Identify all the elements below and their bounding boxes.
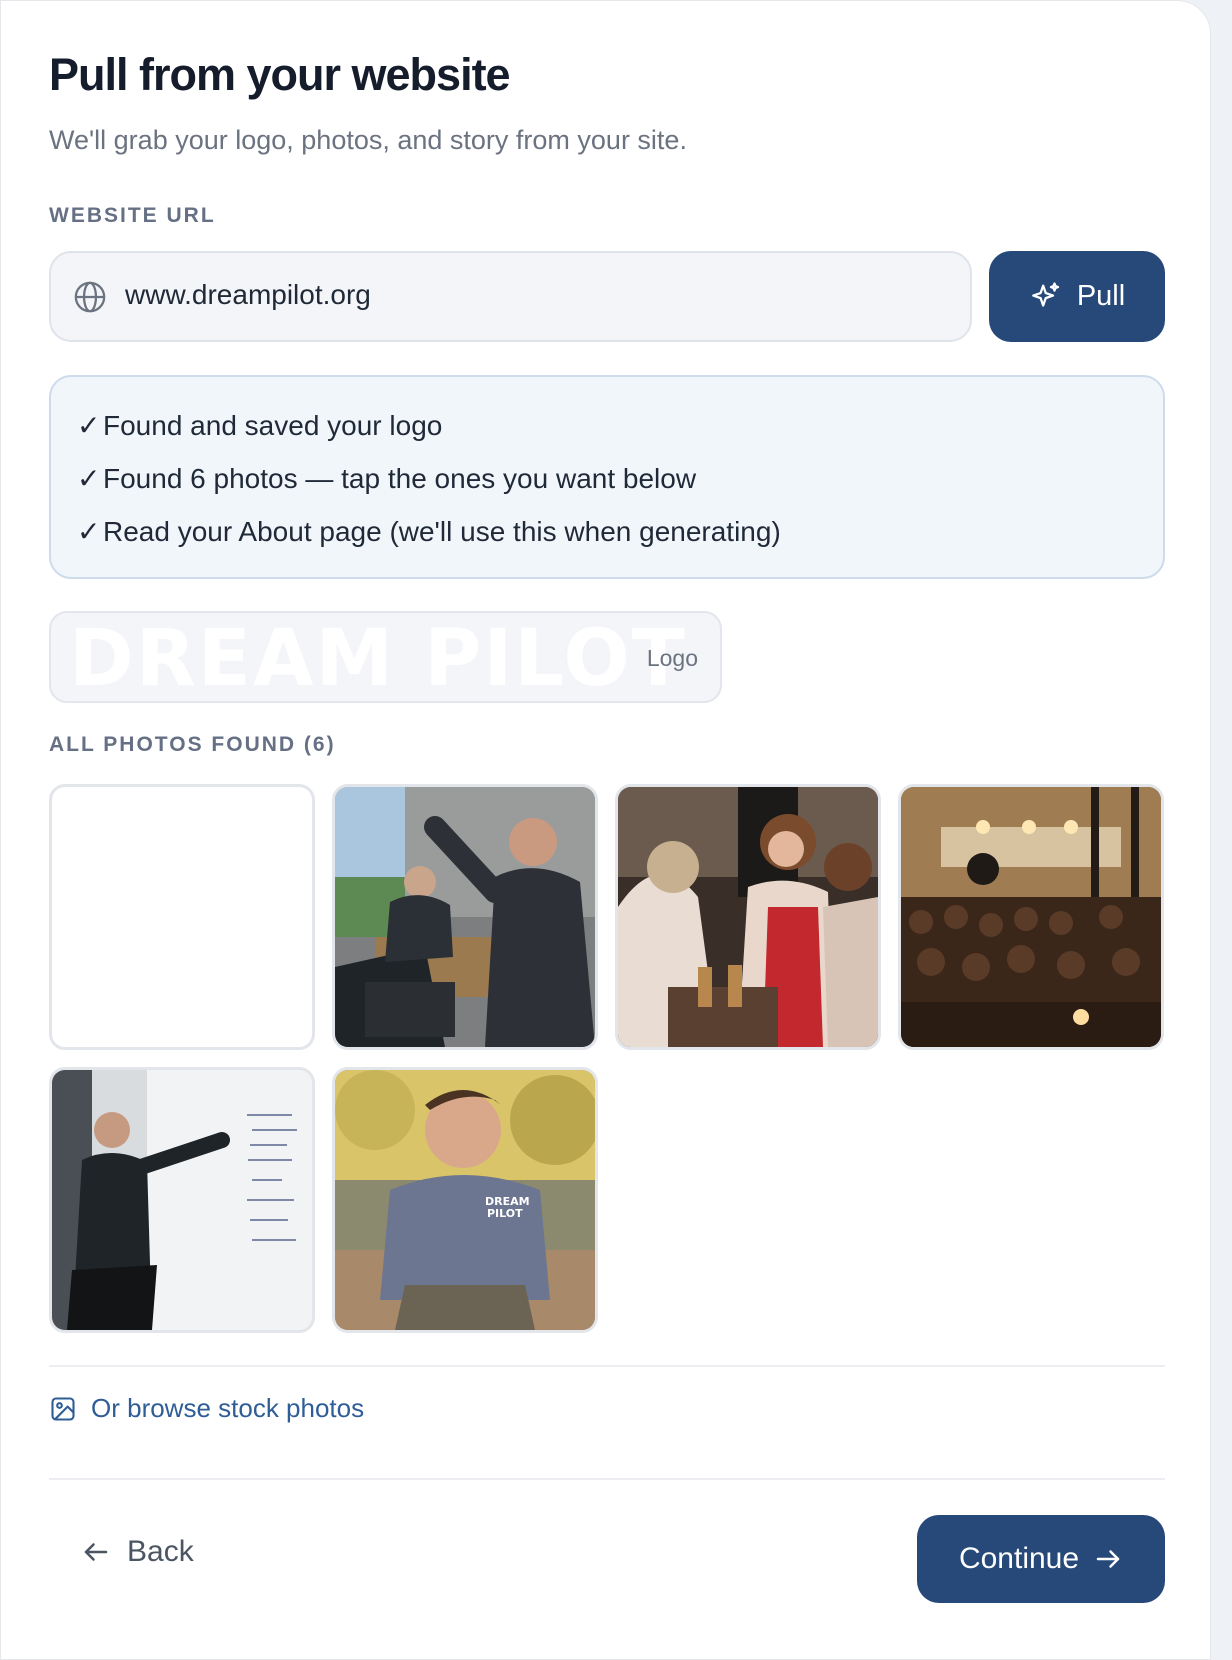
continue-button[interactable]: Continue <box>917 1515 1165 1603</box>
photo-tile-women-event[interactable] <box>615 784 881 1050</box>
logo-preview[interactable]: DREAM PILOT Logo <box>49 611 722 703</box>
photo-tile-office-meeting[interactable] <box>332 784 598 1050</box>
divider <box>49 1365 1165 1367</box>
website-url-input[interactable]: www.dreampilot.org <box>49 251 972 342</box>
photo-tile-banquet-hall[interactable] <box>898 784 1164 1050</box>
status-line: ✓Read your About page (we'll use this wh… <box>77 505 1137 558</box>
logo-tag: Logo <box>646 645 698 671</box>
browse-stock-photos-link[interactable]: Or browse stock photos <box>49 1393 364 1424</box>
image-icon <box>51 1396 75 1421</box>
back-button[interactable]: Back <box>81 1535 194 1569</box>
dream-pilot-logo: DREAM PILOT <box>69 614 687 703</box>
pull-status-box: ✓Found and saved your logo ✓Found 6 phot… <box>49 375 1165 579</box>
check-icon: ✓ <box>77 463 101 494</box>
browse-stock-photos-label: Or browse stock photos <box>91 1393 365 1423</box>
check-icon: ✓ <box>77 410 101 441</box>
photo-tile-blank[interactable] <box>49 784 315 1050</box>
website-url-label: WEBSITE URL <box>49 204 216 227</box>
sparkle-icon <box>1031 281 1059 307</box>
wizard-card: Pull from your website We'll grab your l… <box>0 0 1211 1660</box>
photo-tile-whiteboard-presenter[interactable] <box>49 1067 315 1333</box>
globe-icon <box>74 281 106 313</box>
page-subtitle: We'll grab your logo, photos, and story … <box>49 125 687 155</box>
continue-button-label: Continue <box>958 1542 1080 1575</box>
pull-button[interactable]: Pull <box>989 251 1165 342</box>
svg-text:PILOT: PILOT <box>487 1207 523 1220</box>
page-title: Pull from your website <box>49 49 511 100</box>
pull-button-label: Pull <box>1076 280 1126 312</box>
photo-tile-portrait[interactable]: DREAM PILOT <box>332 1067 598 1333</box>
website-url-value: www.dreampilot.org <box>125 279 371 310</box>
arrow-left-icon <box>84 1543 108 1561</box>
check-icon: ✓ <box>77 516 101 547</box>
photos-found-label: ALL PHOTOS FOUND (6) <box>49 733 336 756</box>
divider <box>49 1478 1165 1480</box>
arrow-right-icon <box>1096 1550 1120 1568</box>
status-line: ✓Found and saved your logo <box>77 399 1137 452</box>
back-button-label: Back <box>127 1535 194 1568</box>
status-line: ✓Found 6 photos — tap the ones you want … <box>77 452 1137 505</box>
